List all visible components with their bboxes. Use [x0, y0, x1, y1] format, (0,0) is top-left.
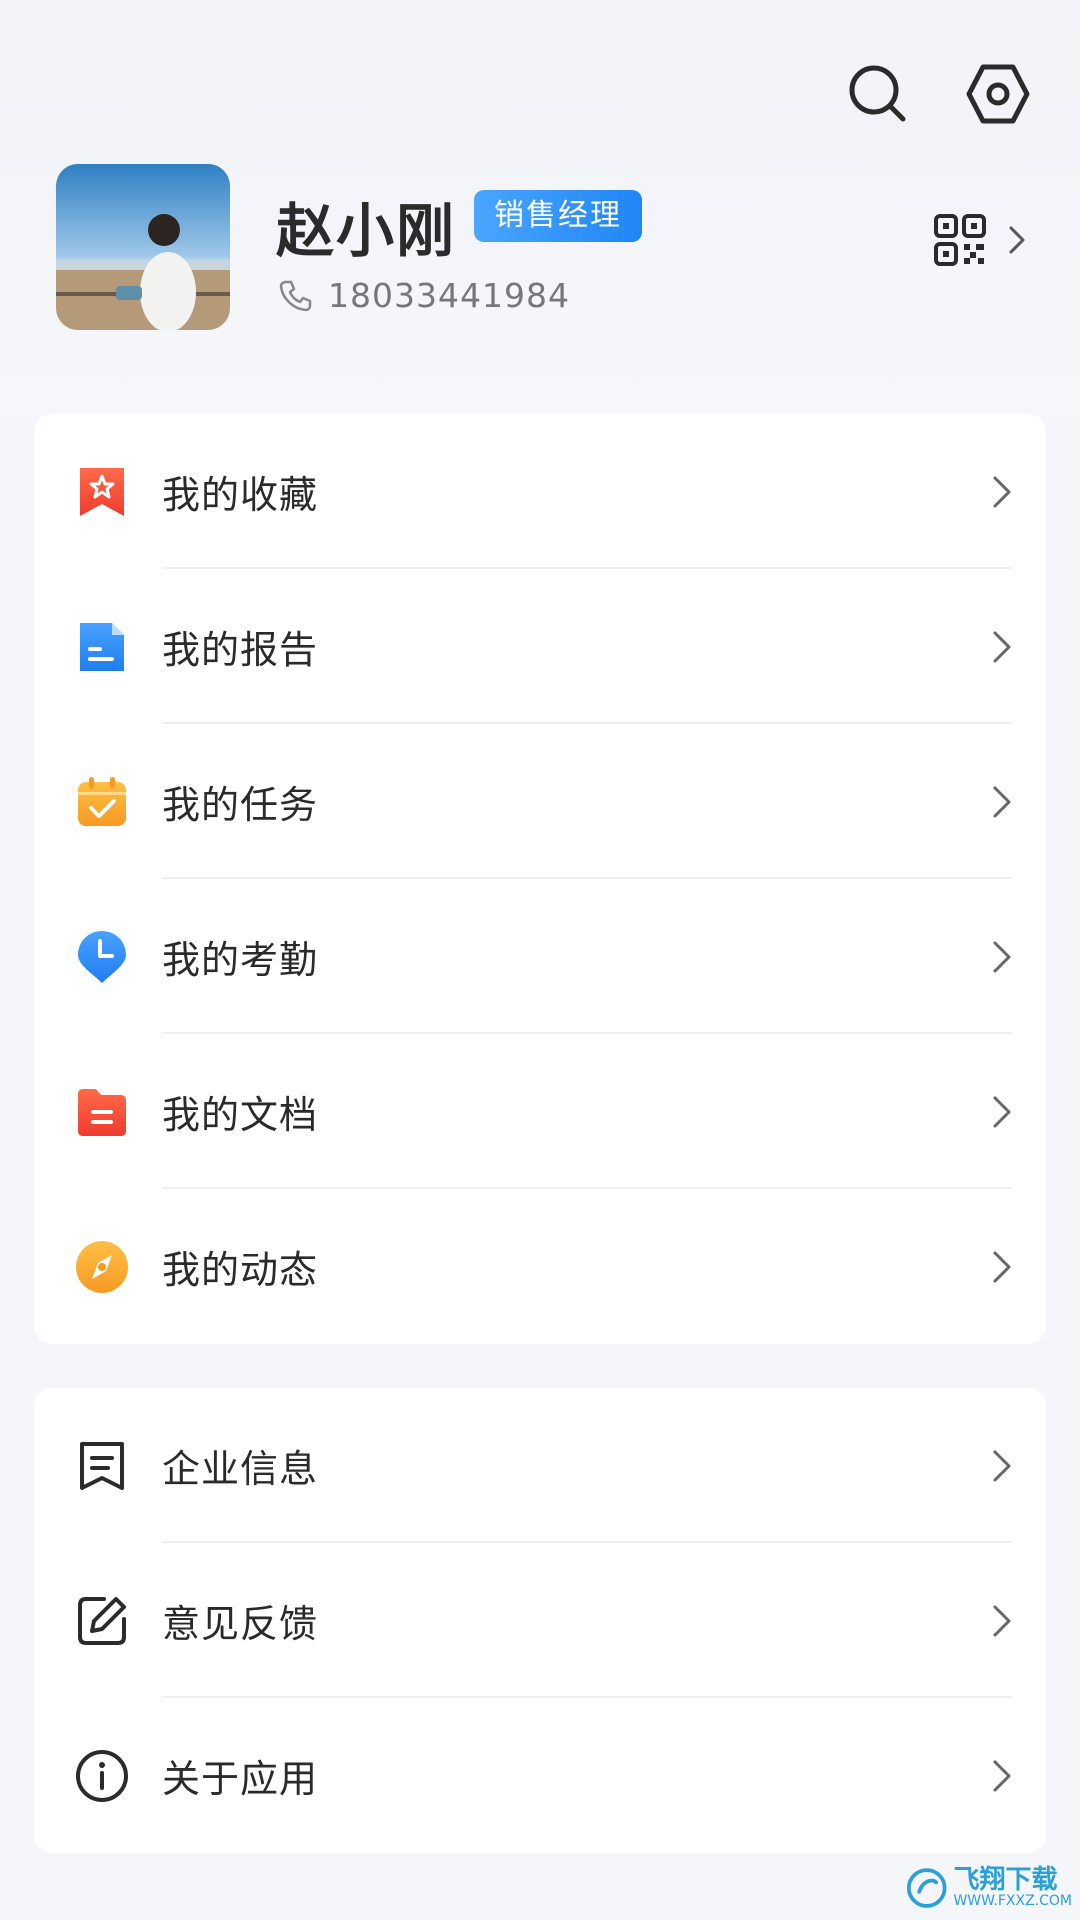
profile-header[interactable]: 赵小刚 销售经理 18033441984 — [56, 164, 1026, 332]
bookmark-star-icon — [80, 467, 124, 516]
settings-button[interactable] — [956, 52, 1040, 136]
phone-icon — [279, 280, 312, 311]
role-badge: 销售经理 — [474, 190, 642, 242]
calendar-check-icon — [78, 776, 126, 826]
watermark-logo-icon — [906, 1868, 947, 1908]
chevron-right-icon — [993, 1605, 1011, 1636]
location-clock-icon — [78, 930, 126, 983]
info-icon — [76, 1749, 128, 1802]
phone-number: 18033441984 — [328, 276, 570, 315]
menu-item-label: 我的文档 — [162, 1093, 319, 1137]
chevron-right-icon — [993, 476, 1011, 507]
chevron-right-icon — [993, 786, 1011, 817]
menu-item-favorites[interactable]: 我的收藏 — [34, 414, 1046, 569]
menu-item-enterprise-info[interactable]: 企业信息 — [34, 1388, 1046, 1543]
secondary-menu-card: 企业信息 意见反馈 关于应用 — [34, 1388, 1046, 1853]
folder-icon — [78, 1088, 126, 1136]
chevron-right-icon — [993, 1096, 1011, 1127]
compass-icon — [76, 1240, 128, 1293]
chevron-right-icon — [993, 631, 1011, 662]
chevron-right-icon — [993, 941, 1011, 972]
chevron-right-icon — [1009, 226, 1025, 254]
menu-item-label: 企业信息 — [162, 1447, 319, 1491]
menu-item-label: 我的收藏 — [162, 473, 319, 517]
qr-code-icon — [934, 214, 986, 266]
menu-item-label: 我的考勤 — [162, 938, 319, 982]
primary-menu-card: 我的收藏 我的报告 我的任务 我的考勤 我的文档 我的动态 — [34, 414, 1046, 1344]
user-name: 赵小刚 — [276, 197, 457, 265]
watermark-sub: WWW.FXXZ.COM — [953, 1893, 1072, 1909]
menu-item-about[interactable]: 关于应用 — [34, 1698, 1046, 1853]
chevron-right-icon — [993, 1760, 1011, 1791]
menu-item-label: 我的任务 — [162, 783, 319, 827]
top-actions — [836, 52, 1040, 136]
chevron-right-icon — [993, 1450, 1011, 1481]
settings-hexagon-icon — [966, 64, 1030, 124]
menu-item-label: 我的报告 — [162, 628, 319, 672]
menu-item-label: 关于应用 — [162, 1757, 319, 1801]
menu-item-label: 意见反馈 — [162, 1602, 319, 1646]
avatar[interactable] — [56, 164, 230, 330]
search-button[interactable] — [836, 52, 920, 136]
phone-row: 18033441984 — [278, 276, 570, 315]
menu-item-label: 我的动态 — [162, 1248, 319, 1292]
qr-code-button[interactable] — [934, 214, 1026, 266]
menu-item-feedback[interactable]: 意见反馈 — [34, 1543, 1046, 1698]
menu-item-tasks[interactable]: 我的任务 — [34, 724, 1046, 879]
watermark: 飞翔下载 WWW.FXXZ.COM — [906, 1862, 1072, 1914]
enterprise-info-icon — [80, 1441, 124, 1490]
chevron-right-icon — [993, 1251, 1011, 1282]
search-icon — [849, 65, 906, 122]
menu-item-activity[interactable]: 我的动态 — [34, 1189, 1046, 1344]
document-icon — [80, 622, 124, 671]
menu-item-documents[interactable]: 我的文档 — [34, 1034, 1046, 1189]
watermark-text: 飞翔下载 — [953, 1865, 1058, 1895]
menu-item-reports[interactable]: 我的报告 — [34, 569, 1046, 724]
menu-item-attendance[interactable]: 我的考勤 — [34, 879, 1046, 1034]
feedback-edit-icon — [78, 1596, 126, 1645]
